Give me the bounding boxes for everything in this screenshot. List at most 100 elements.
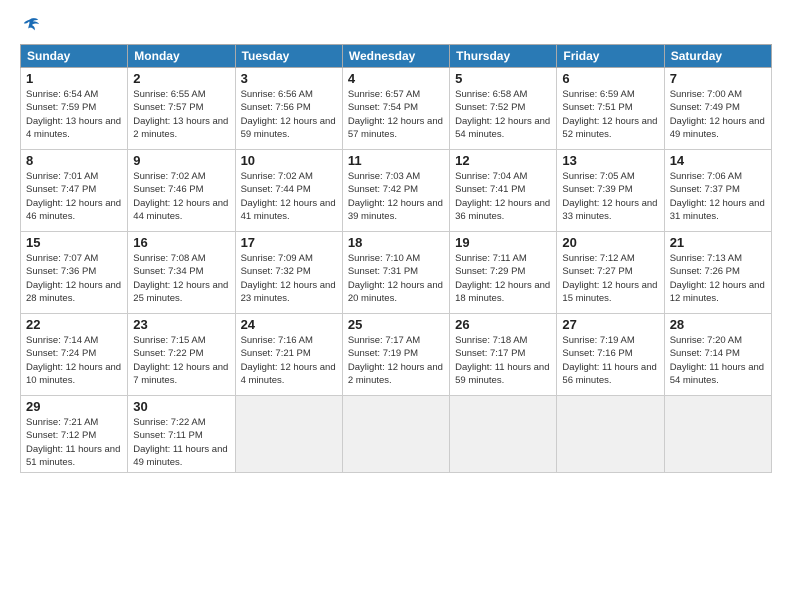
calendar-cell: 7 Sunrise: 7:00 AM Sunset: 7:49 PM Dayli…	[664, 68, 771, 150]
sunset-label: Sunset: 7:34 PM	[133, 266, 203, 277]
sunset-label: Sunset: 7:54 PM	[348, 102, 418, 113]
calendar-week-2: 15 Sunrise: 7:07 AM Sunset: 7:36 PM Dayl…	[21, 232, 772, 314]
day-info: Sunrise: 7:08 AM Sunset: 7:34 PM Dayligh…	[133, 252, 229, 305]
day-info: Sunrise: 7:10 AM Sunset: 7:31 PM Dayligh…	[348, 252, 444, 305]
day-info: Sunrise: 7:05 AM Sunset: 7:39 PM Dayligh…	[562, 170, 658, 223]
day-number: 18	[348, 235, 444, 250]
day-number: 21	[670, 235, 766, 250]
calendar-cell: 11 Sunrise: 7:03 AM Sunset: 7:42 PM Dayl…	[342, 150, 449, 232]
col-monday: Monday	[128, 45, 235, 68]
calendar-cell: 27 Sunrise: 7:19 AM Sunset: 7:16 PM Dayl…	[557, 314, 664, 396]
day-info: Sunrise: 7:02 AM Sunset: 7:44 PM Dayligh…	[241, 170, 337, 223]
sunset-label: Sunset: 7:37 PM	[670, 184, 740, 195]
sunset-label: Sunset: 7:59 PM	[26, 102, 96, 113]
sunrise-label: Sunrise: 6:57 AM	[348, 89, 420, 100]
day-number: 25	[348, 317, 444, 332]
calendar-cell: 2 Sunrise: 6:55 AM Sunset: 7:57 PM Dayli…	[128, 68, 235, 150]
day-number: 22	[26, 317, 122, 332]
daylight-label: Daylight: 12 hours and 44 minutes.	[133, 198, 228, 222]
day-info: Sunrise: 6:58 AM Sunset: 7:52 PM Dayligh…	[455, 88, 551, 141]
calendar-week-4: 29 Sunrise: 7:21 AM Sunset: 7:12 PM Dayl…	[21, 396, 772, 473]
day-info: Sunrise: 7:16 AM Sunset: 7:21 PM Dayligh…	[241, 334, 337, 387]
daylight-label: Daylight: 12 hours and 57 minutes.	[348, 116, 443, 140]
daylight-label: Daylight: 11 hours and 49 minutes.	[133, 444, 227, 468]
sunrise-label: Sunrise: 7:03 AM	[348, 171, 420, 182]
calendar-cell: 14 Sunrise: 7:06 AM Sunset: 7:37 PM Dayl…	[664, 150, 771, 232]
day-info: Sunrise: 6:54 AM Sunset: 7:59 PM Dayligh…	[26, 88, 122, 141]
daylight-label: Daylight: 12 hours and 20 minutes.	[348, 280, 443, 304]
day-info: Sunrise: 7:18 AM Sunset: 7:17 PM Dayligh…	[455, 334, 551, 387]
day-number: 1	[26, 71, 122, 86]
day-number: 10	[241, 153, 337, 168]
day-info: Sunrise: 7:09 AM Sunset: 7:32 PM Dayligh…	[241, 252, 337, 305]
sunrise-label: Sunrise: 7:12 AM	[562, 253, 634, 264]
day-number: 7	[670, 71, 766, 86]
calendar-cell: 28 Sunrise: 7:20 AM Sunset: 7:14 PM Dayl…	[664, 314, 771, 396]
day-info: Sunrise: 7:00 AM Sunset: 7:49 PM Dayligh…	[670, 88, 766, 141]
calendar-cell: 22 Sunrise: 7:14 AM Sunset: 7:24 PM Dayl…	[21, 314, 128, 396]
calendar-cell: 9 Sunrise: 7:02 AM Sunset: 7:46 PM Dayli…	[128, 150, 235, 232]
daylight-label: Daylight: 12 hours and 33 minutes.	[562, 198, 657, 222]
day-number: 11	[348, 153, 444, 168]
logo-bird-icon	[22, 16, 40, 34]
sunrise-label: Sunrise: 6:59 AM	[562, 89, 634, 100]
day-info: Sunrise: 7:02 AM Sunset: 7:46 PM Dayligh…	[133, 170, 229, 223]
calendar-cell: 5 Sunrise: 6:58 AM Sunset: 7:52 PM Dayli…	[450, 68, 557, 150]
daylight-label: Daylight: 12 hours and 49 minutes.	[670, 116, 765, 140]
col-tuesday: Tuesday	[235, 45, 342, 68]
sunrise-label: Sunrise: 7:18 AM	[455, 335, 527, 346]
day-info: Sunrise: 7:13 AM Sunset: 7:26 PM Dayligh…	[670, 252, 766, 305]
sunrise-label: Sunrise: 7:16 AM	[241, 335, 313, 346]
daylight-label: Daylight: 12 hours and 15 minutes.	[562, 280, 657, 304]
day-info: Sunrise: 7:20 AM Sunset: 7:14 PM Dayligh…	[670, 334, 766, 387]
sunset-label: Sunset: 7:31 PM	[348, 266, 418, 277]
sunrise-label: Sunrise: 7:08 AM	[133, 253, 205, 264]
daylight-label: Daylight: 12 hours and 4 minutes.	[241, 362, 336, 386]
day-number: 27	[562, 317, 658, 332]
calendar-cell	[235, 396, 342, 473]
sunrise-label: Sunrise: 6:56 AM	[241, 89, 313, 100]
calendar-cell: 25 Sunrise: 7:17 AM Sunset: 7:19 PM Dayl…	[342, 314, 449, 396]
sunrise-label: Sunrise: 7:02 AM	[241, 171, 313, 182]
calendar-cell: 13 Sunrise: 7:05 AM Sunset: 7:39 PM Dayl…	[557, 150, 664, 232]
day-info: Sunrise: 7:21 AM Sunset: 7:12 PM Dayligh…	[26, 416, 122, 469]
header-row: Sunday Monday Tuesday Wednesday Thursday…	[21, 45, 772, 68]
sunrise-label: Sunrise: 6:54 AM	[26, 89, 98, 100]
daylight-label: Daylight: 12 hours and 39 minutes.	[348, 198, 443, 222]
calendar-cell: 20 Sunrise: 7:12 AM Sunset: 7:27 PM Dayl…	[557, 232, 664, 314]
day-number: 15	[26, 235, 122, 250]
sunset-label: Sunset: 7:51 PM	[562, 102, 632, 113]
sunset-label: Sunset: 7:36 PM	[26, 266, 96, 277]
day-info: Sunrise: 7:19 AM Sunset: 7:16 PM Dayligh…	[562, 334, 658, 387]
day-info: Sunrise: 7:03 AM Sunset: 7:42 PM Dayligh…	[348, 170, 444, 223]
day-info: Sunrise: 6:59 AM Sunset: 7:51 PM Dayligh…	[562, 88, 658, 141]
sunset-label: Sunset: 7:49 PM	[670, 102, 740, 113]
calendar-cell: 19 Sunrise: 7:11 AM Sunset: 7:29 PM Dayl…	[450, 232, 557, 314]
day-info: Sunrise: 7:01 AM Sunset: 7:47 PM Dayligh…	[26, 170, 122, 223]
col-saturday: Saturday	[664, 45, 771, 68]
daylight-label: Daylight: 12 hours and 2 minutes.	[348, 362, 443, 386]
daylight-label: Daylight: 11 hours and 59 minutes.	[455, 362, 549, 386]
sunset-label: Sunset: 7:27 PM	[562, 266, 632, 277]
daylight-label: Daylight: 13 hours and 2 minutes.	[133, 116, 228, 140]
calendar-cell: 30 Sunrise: 7:22 AM Sunset: 7:11 PM Dayl…	[128, 396, 235, 473]
sunrise-label: Sunrise: 7:20 AM	[670, 335, 742, 346]
day-number: 20	[562, 235, 658, 250]
col-wednesday: Wednesday	[342, 45, 449, 68]
calendar-cell	[450, 396, 557, 473]
sunset-label: Sunset: 7:57 PM	[133, 102, 203, 113]
daylight-label: Daylight: 12 hours and 12 minutes.	[670, 280, 765, 304]
day-info: Sunrise: 6:57 AM Sunset: 7:54 PM Dayligh…	[348, 88, 444, 141]
calendar-cell	[664, 396, 771, 473]
sunset-label: Sunset: 7:41 PM	[455, 184, 525, 195]
day-number: 2	[133, 71, 229, 86]
day-info: Sunrise: 7:06 AM Sunset: 7:37 PM Dayligh…	[670, 170, 766, 223]
sunset-label: Sunset: 7:22 PM	[133, 348, 203, 359]
sunset-label: Sunset: 7:42 PM	[348, 184, 418, 195]
calendar-cell: 17 Sunrise: 7:09 AM Sunset: 7:32 PM Dayl…	[235, 232, 342, 314]
sunrise-label: Sunrise: 7:02 AM	[133, 171, 205, 182]
calendar-week-1: 8 Sunrise: 7:01 AM Sunset: 7:47 PM Dayli…	[21, 150, 772, 232]
sunrise-label: Sunrise: 7:09 AM	[241, 253, 313, 264]
day-number: 5	[455, 71, 551, 86]
sunrise-label: Sunrise: 7:07 AM	[26, 253, 98, 264]
